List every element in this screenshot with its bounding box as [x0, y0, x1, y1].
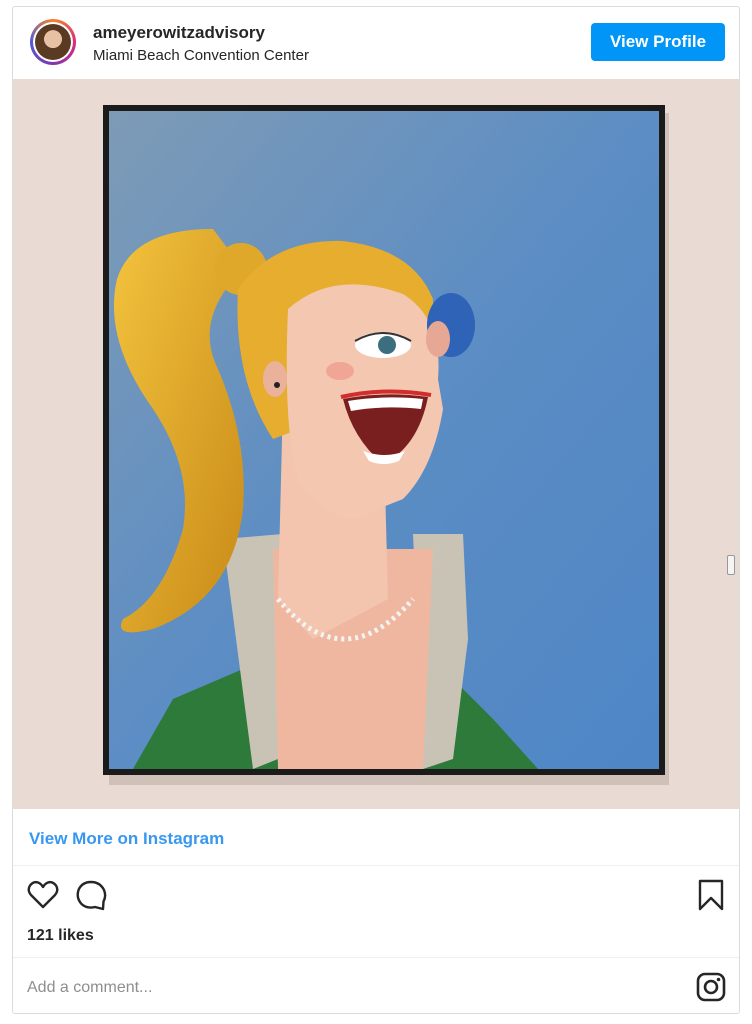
painting-photo [13, 79, 739, 809]
divider [13, 865, 739, 866]
avatar-image [35, 24, 71, 60]
speech-bubble-icon[interactable] [73, 877, 109, 913]
username-link[interactable]: ameyerowitzadvisory [93, 23, 265, 43]
instagram-logo-icon[interactable] [695, 971, 727, 1003]
bookmark-icon[interactable] [693, 877, 729, 913]
instagram-embed-card: ameyerowitzadvisory Miami Beach Conventi… [12, 6, 740, 1014]
post-header: ameyerowitzadvisory Miami Beach Conventi… [13, 7, 739, 79]
post-photo[interactable] [13, 79, 739, 809]
likes-count[interactable]: 121 likes [27, 927, 94, 945]
view-more-link[interactable]: View More on Instagram [29, 829, 224, 849]
avatar-frame [33, 22, 73, 62]
divider [13, 957, 739, 958]
avatar[interactable] [30, 19, 76, 65]
location-link[interactable]: Miami Beach Convention Center [93, 47, 309, 64]
heart-icon[interactable] [25, 877, 61, 913]
scroll-handle[interactable] [727, 555, 735, 575]
comment-input[interactable] [27, 975, 627, 1001]
view-profile-button[interactable]: View Profile [591, 23, 725, 61]
